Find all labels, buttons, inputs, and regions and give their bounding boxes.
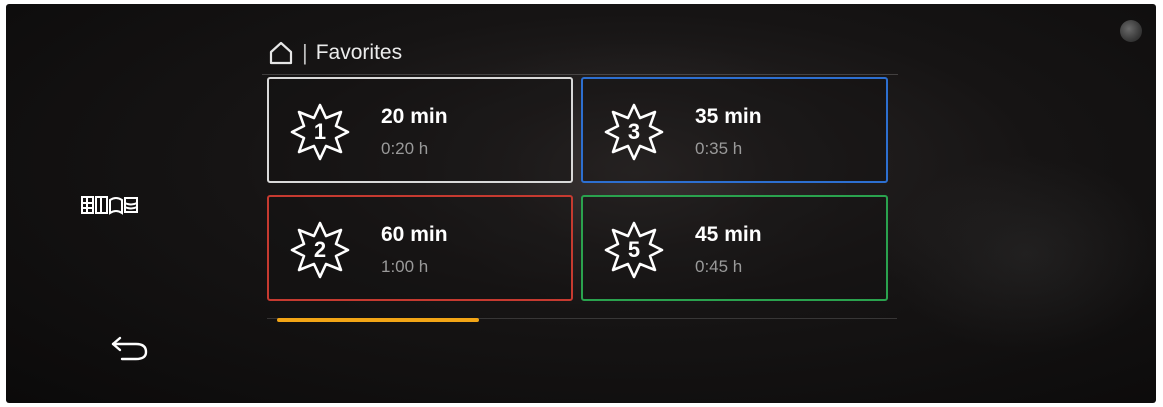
- screen-reflection-secondary: [886, 154, 1156, 354]
- favorite-duration: 0:45 h: [695, 257, 743, 276]
- favorite-label: 60 min: [381, 223, 448, 246]
- favorite-tile-2[interactable]: 2 60 min 1:00 h: [267, 195, 573, 301]
- back-arrow-icon[interactable]: [106, 330, 156, 364]
- page-title: Favorites: [315, 41, 403, 64]
- header-divider: [262, 74, 898, 75]
- favorite-duration: 1:00 h: [381, 257, 429, 276]
- breadcrumb-separator: |: [302, 40, 308, 65]
- favorite-label: 20 min: [381, 105, 448, 128]
- favorite-tile-3[interactable]: 3 35 min 0:35 h: [581, 77, 888, 183]
- favorite-tile-1[interactable]: 1 20 min 0:20 h: [267, 77, 573, 183]
- camera-sensor: [1120, 20, 1142, 42]
- favorite-duration: 0:35 h: [695, 139, 743, 158]
- favorite-number: 3: [627, 119, 641, 144]
- breadcrumb: | Favorites: [268, 38, 402, 68]
- favorite-number: 2: [313, 237, 327, 262]
- favorite-duration: 0:20 h: [381, 139, 429, 158]
- home-icon[interactable]: [268, 40, 294, 66]
- page-indicator-fill: [277, 318, 479, 322]
- favorite-number: 5: [627, 237, 641, 262]
- programs-grid-icon[interactable]: [79, 192, 169, 218]
- favorite-tile-5[interactable]: 5 45 min 0:45 h: [581, 195, 888, 301]
- favorite-label: 35 min: [695, 105, 762, 128]
- favorite-number: 1: [313, 119, 327, 144]
- favorite-label: 45 min: [695, 223, 762, 246]
